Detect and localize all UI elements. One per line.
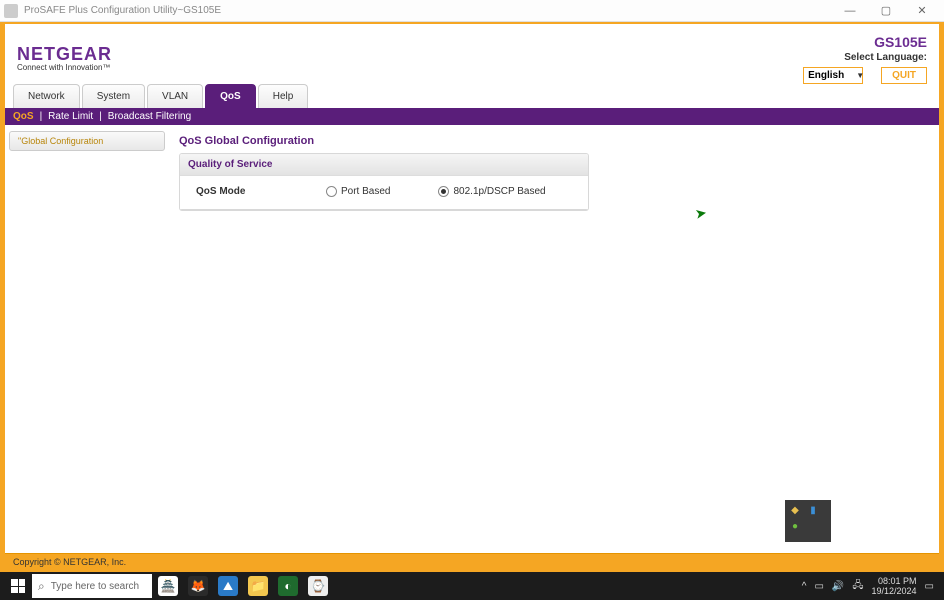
model-name: GS105E xyxy=(803,34,927,50)
sub-tab-qos[interactable]: QoS xyxy=(13,111,34,122)
sub-tab-broadcast-filtering[interactable]: Broadcast Filtering xyxy=(108,111,191,122)
window-titlebar: ProSAFE Plus Configuration Utility~GS105… xyxy=(0,0,944,22)
windows-logo-icon xyxy=(11,579,25,593)
close-button[interactable]: ✕ xyxy=(904,0,940,22)
clock-time: 08:01 PM xyxy=(872,576,917,586)
system-tray: ^ ▭ 🔊 🖧 08:01 PM 19/12/2024 ▭ xyxy=(802,576,940,596)
language-value: English xyxy=(808,70,844,81)
sub-tabs: QoS | Rate Limit | Broadcast Filtering xyxy=(5,108,939,125)
brand-logo-block: NETGEAR Connect with Innovation™ xyxy=(17,44,112,72)
radio-icon xyxy=(438,186,449,197)
tray-chevron-up-icon[interactable]: ^ xyxy=(802,581,807,592)
clock-date: 19/12/2024 xyxy=(872,586,917,596)
language-select[interactable]: English ▼ xyxy=(803,67,863,84)
copyright-footer: Copyright © NETGEAR, Inc. xyxy=(5,553,939,570)
windows-taskbar: ⌕ Type here to search 🏯 🦊 ⛰ 📁 ◐ ⌚ ^ ▭ 🔊 … xyxy=(0,572,944,600)
qos-panel: Quality of Service QoS Mode Port Based 8… xyxy=(179,153,589,211)
chevron-down-icon: ▼ xyxy=(856,71,864,80)
sidebar-item-global-config[interactable]: "Global Configuration xyxy=(9,131,165,151)
taskbar-app-1[interactable]: 🏯 xyxy=(154,574,182,598)
taskbar-clock[interactable]: 08:01 PM 19/12/2024 xyxy=(872,576,917,596)
tray-volume-icon[interactable]: 🔊 xyxy=(832,581,844,592)
start-button[interactable] xyxy=(4,572,32,600)
tab-qos[interactable]: QoS xyxy=(205,84,256,108)
tray-network-icon[interactable]: 🖧 xyxy=(852,578,863,595)
taskbar-app-explorer[interactable]: 📁 xyxy=(244,574,272,598)
tray-icon-3[interactable]: ● xyxy=(789,520,801,532)
window-title: ProSAFE Plus Configuration Utility~GS105… xyxy=(24,5,221,16)
brand-tagline: Connect with Innovation™ xyxy=(17,63,112,72)
sidebar: "Global Configuration xyxy=(5,125,165,553)
main-column: QoS Global Configuration Quality of Serv… xyxy=(165,125,939,553)
app-header: NETGEAR Connect with Innovation™ GS105E … xyxy=(5,24,939,84)
tray-icon-2[interactable]: ▮ xyxy=(807,504,819,516)
quit-button[interactable]: QUIT xyxy=(881,67,927,84)
app-icon xyxy=(4,4,18,18)
content-area: "Global Configuration QoS Global Configu… xyxy=(5,125,939,553)
tab-vlan[interactable]: VLAN xyxy=(147,84,203,108)
taskbar-search[interactable]: ⌕ Type here to search xyxy=(32,574,152,598)
panel-title: Quality of Service xyxy=(180,154,588,176)
taskbar-app-6[interactable]: ⌚ xyxy=(304,574,332,598)
tray-icon-1[interactable]: ◆ xyxy=(789,504,801,516)
maximize-button[interactable]: ▢ xyxy=(868,0,904,22)
search-icon: ⌕ xyxy=(38,579,45,594)
radio-label-port: Port Based xyxy=(341,186,390,197)
main-tabs: Network System VLAN QoS Help xyxy=(5,84,939,108)
taskbar-app-3[interactable]: ⛰ xyxy=(214,574,242,598)
radio-icon xyxy=(326,186,337,197)
floating-tray[interactable]: ◆ ▮ ● xyxy=(785,500,831,542)
radio-label-dscp: 802.1p/DSCP Based xyxy=(453,186,545,197)
search-placeholder: Type here to search xyxy=(51,581,139,592)
tab-help[interactable]: Help xyxy=(258,84,309,108)
taskbar-app-firefox[interactable]: 🦊 xyxy=(184,574,212,598)
brand-logo: NETGEAR xyxy=(17,44,112,65)
taskbar-app-5[interactable]: ◐ xyxy=(274,574,302,598)
radio-dscp-based[interactable]: 802.1p/DSCP Based xyxy=(438,186,545,197)
tab-system[interactable]: System xyxy=(82,84,145,108)
sub-tab-rate-limit[interactable]: Rate Limit xyxy=(48,111,93,122)
app-frame: NETGEAR Connect with Innovation™ GS105E … xyxy=(0,22,944,572)
language-label: Select Language: xyxy=(803,52,927,63)
qos-mode-label: QoS Mode xyxy=(196,186,326,197)
tray-notifications-icon[interactable]: ▭ xyxy=(925,581,934,592)
radio-port-based[interactable]: Port Based xyxy=(326,186,390,197)
tray-monitor-icon[interactable]: ▭ xyxy=(814,581,823,592)
page-title: QoS Global Configuration xyxy=(179,135,939,147)
tab-network[interactable]: Network xyxy=(13,84,80,108)
qos-mode-radio-group: Port Based 802.1p/DSCP Based xyxy=(326,186,546,197)
minimize-button[interactable]: — xyxy=(832,0,868,22)
taskbar-pinned-apps: 🏯 🦊 ⛰ 📁 ◐ ⌚ xyxy=(154,574,332,598)
